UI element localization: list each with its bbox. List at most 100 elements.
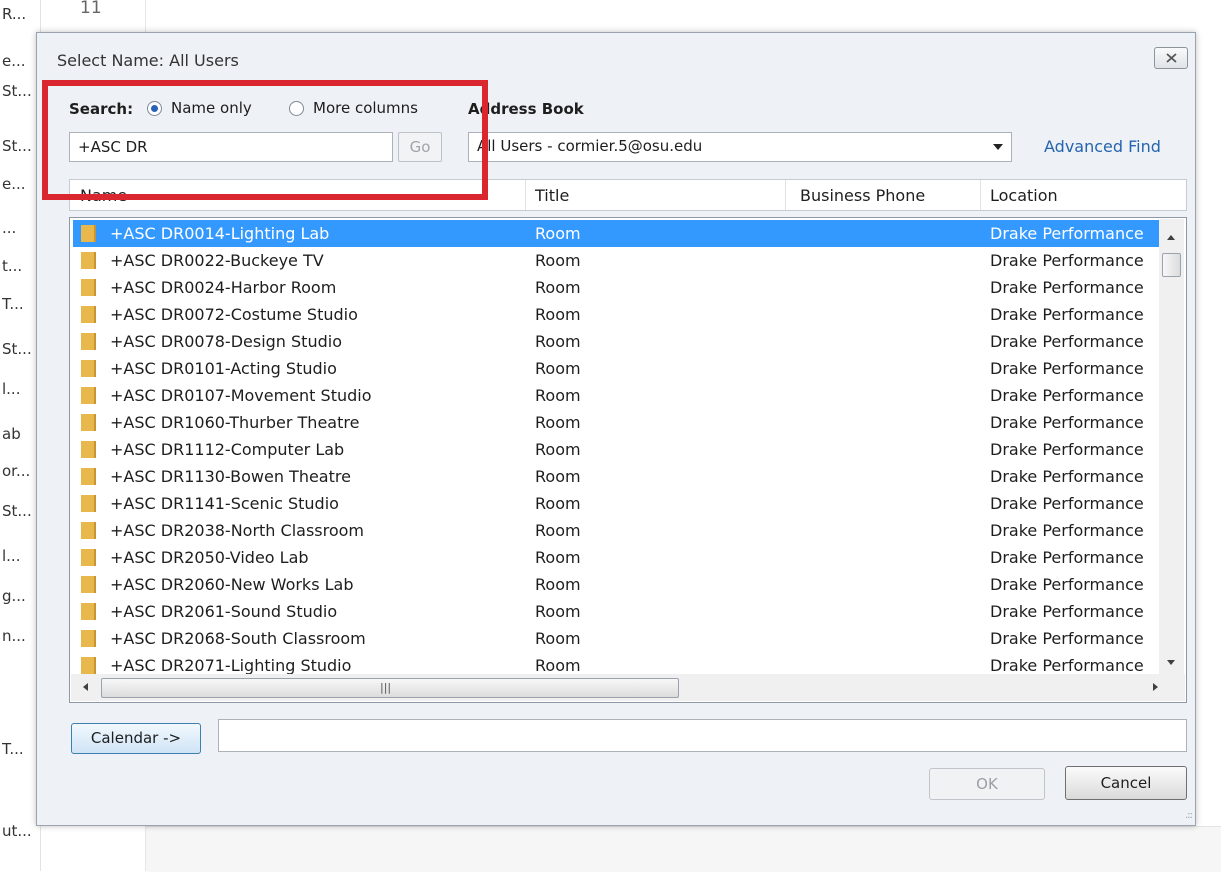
row-title: Room [535, 629, 581, 648]
row-name: +ASC DR0014-Lighting Lab [110, 224, 330, 243]
column-header-location[interactable]: Location [990, 186, 1058, 205]
column-header-title[interactable]: Title [535, 186, 569, 205]
resize-grip-icon[interactable]: .:: [1185, 810, 1193, 821]
table-row[interactable]: +ASC DR1060-Thurber Theatre Room Drake P… [73, 409, 1159, 436]
row-title: Room [535, 548, 581, 567]
background-row-number: 11 [80, 0, 102, 18]
bg-item: l... [2, 380, 21, 398]
scroll-thumb[interactable] [1162, 253, 1181, 277]
table-row[interactable]: +ASC DR2068-South Classroom Room Drake P… [73, 625, 1159, 652]
folder-icon [81, 414, 96, 431]
scroll-thumb[interactable]: ||| [101, 678, 679, 698]
calendar-field[interactable] [218, 719, 1187, 752]
bg-item: n... [2, 627, 26, 645]
row-location: Drake Performance [990, 278, 1144, 297]
folder-icon [81, 360, 96, 377]
row-name: +ASC DR0101-Acting Studio [110, 359, 337, 378]
folder-icon [81, 630, 96, 647]
row-location: Drake Performance [990, 386, 1144, 405]
bg-item: T... [2, 295, 24, 313]
address-book-select[interactable]: All Users - cormier.5@osu.edu [468, 132, 1012, 162]
folder-icon [81, 387, 96, 404]
vertical-scrollbar[interactable] [1159, 219, 1184, 674]
row-location: Drake Performance [990, 224, 1144, 243]
bg-item: ... [2, 219, 17, 237]
background-sidebar: R... e... St... St... e... ... t... T...… [0, 0, 40, 871]
row-name: +ASC DR2038-North Classroom [110, 521, 365, 540]
calendar-button[interactable]: Calendar -> [71, 723, 201, 754]
row-title: Room [535, 224, 581, 243]
bg-item: ut... [2, 822, 32, 840]
bg-item: St... [2, 82, 32, 100]
scroll-left-icon[interactable] [83, 683, 88, 691]
table-row[interactable]: +ASC DR0072-Costume Studio Room Drake Pe… [73, 301, 1159, 328]
table-row[interactable]: +ASC DR0107-Movement Studio Room Drake P… [73, 382, 1159, 409]
folder-icon [81, 279, 96, 296]
row-location: Drake Performance [990, 494, 1144, 513]
row-location: Drake Performance [990, 467, 1144, 486]
row-name: +ASC DR0022-Buckeye TV [110, 251, 324, 270]
folder-icon [81, 495, 96, 512]
bg-item: St... [2, 340, 32, 358]
table-row[interactable]: +ASC DR0014-Lighting Lab Room Drake Perf… [73, 220, 1159, 247]
row-title: Room [535, 467, 581, 486]
row-title: Room [535, 386, 581, 405]
bg-item: or... [2, 462, 31, 480]
table-row[interactable]: +ASC DR2061-Sound Studio Room Drake Perf… [73, 598, 1159, 625]
row-name: +ASC DR1112-Computer Lab [110, 440, 345, 459]
row-location: Drake Performance [990, 521, 1144, 540]
row-name: +ASC DR1130-Bowen Theatre [110, 467, 351, 486]
folder-icon [81, 576, 96, 593]
background-footer [146, 826, 1221, 872]
row-location: Drake Performance [990, 575, 1144, 594]
ok-button[interactable]: OK [929, 768, 1045, 800]
row-location: Drake Performance [990, 629, 1144, 648]
address-book-value: All Users - cormier.5@osu.edu [477, 137, 703, 155]
bg-item: e... [2, 175, 26, 193]
scroll-up-icon[interactable] [1167, 235, 1175, 240]
row-title: Room [535, 494, 581, 513]
folder-icon [81, 549, 96, 566]
table-row[interactable]: +ASC DR1130-Bowen Theatre Room Drake Per… [73, 463, 1159, 490]
column-header-business-phone[interactable]: Business Phone [800, 186, 925, 205]
table-row[interactable]: +ASC DR0078-Design Studio Room Drake Per… [73, 328, 1159, 355]
horizontal-scrollbar[interactable]: ||| [71, 674, 1185, 701]
row-name: +ASC DR2061-Sound Studio [110, 602, 338, 621]
row-location: Drake Performance [990, 440, 1144, 459]
bg-item: St... [2, 502, 32, 520]
row-title: Room [535, 413, 581, 432]
table-row[interactable]: +ASC DR1112-Computer Lab Room Drake Perf… [73, 436, 1159, 463]
close-button[interactable] [1154, 47, 1188, 69]
row-location: Drake Performance [990, 251, 1144, 270]
row-location: Drake Performance [990, 548, 1144, 567]
scroll-right-icon[interactable] [1153, 683, 1158, 691]
table-row[interactable]: +ASC DR2038-North Classroom Room Drake P… [73, 517, 1159, 544]
table-row[interactable]: +ASC DR0101-Acting Studio Room Drake Per… [73, 355, 1159, 382]
bg-item: T... [2, 740, 24, 758]
row-name: +ASC DR2050-Video Lab [110, 548, 309, 567]
table-row[interactable]: +ASC DR0024-Harbor Room Room Drake Perfo… [73, 274, 1159, 301]
row-name: +ASC DR0107-Movement Studio [110, 386, 372, 405]
folder-icon [81, 468, 96, 485]
row-name: +ASC DR0078-Design Studio [110, 332, 342, 351]
table-row[interactable]: +ASC DR2050-Video Lab Room Drake Perform… [73, 544, 1159, 571]
table-row[interactable]: +ASC DR2060-New Works Lab Room Drake Per… [73, 571, 1159, 598]
row-name: +ASC DR0072-Costume Studio [110, 305, 358, 324]
grip-icon: ||| [380, 681, 392, 694]
table-row[interactable]: +ASC DR0022-Buckeye TV Room Drake Perfor… [73, 247, 1159, 274]
row-title: Room [535, 332, 581, 351]
row-title: Room [535, 251, 581, 270]
cancel-button[interactable]: Cancel [1065, 766, 1187, 800]
bg-item: t... [2, 257, 23, 275]
folder-icon [81, 225, 96, 242]
row-title: Room [535, 656, 581, 675]
folder-icon [81, 441, 96, 458]
row-name: +ASC DR2068-South Classroom [110, 629, 366, 648]
row-title: Room [535, 602, 581, 621]
scroll-down-icon[interactable] [1167, 660, 1175, 665]
row-title: Room [535, 575, 581, 594]
folder-icon [81, 333, 96, 350]
advanced-find-link[interactable]: Advanced Find [1044, 137, 1161, 156]
table-row[interactable]: +ASC DR1141-Scenic Studio Room Drake Per… [73, 490, 1159, 517]
row-location: Drake Performance [990, 656, 1144, 675]
